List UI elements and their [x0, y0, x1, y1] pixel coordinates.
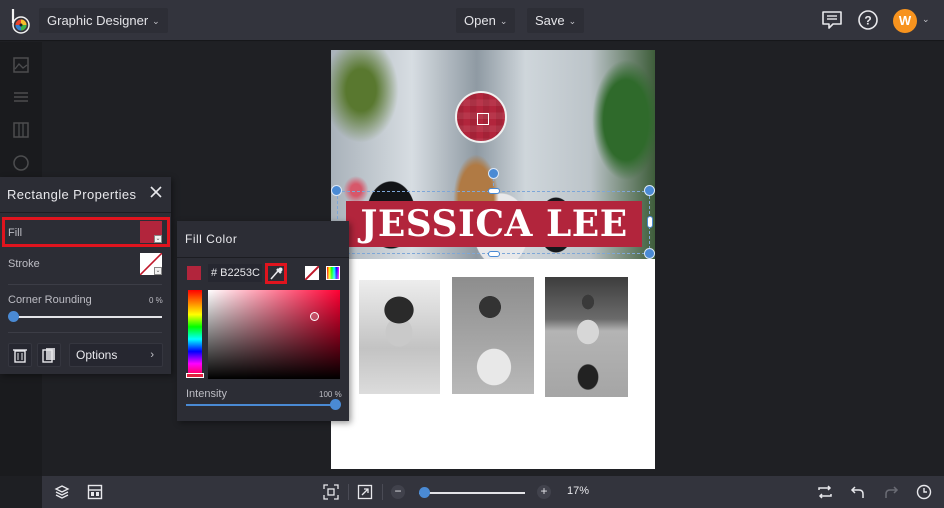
- divider: [8, 332, 162, 333]
- chevron-down-icon: ⌄: [499, 16, 508, 26]
- divider: [177, 257, 349, 258]
- design-page[interactable]: JESSICA LEE: [331, 50, 655, 469]
- save-menu-label: Save: [535, 13, 565, 28]
- custom-color-swatch[interactable]: [326, 266, 340, 280]
- layout-icon[interactable]: [87, 484, 103, 500]
- pixel-sample-square: [477, 113, 489, 125]
- hue-slider[interactable]: [188, 290, 202, 376]
- rotate-handle[interactable]: [488, 168, 499, 179]
- resize-handle-right[interactable]: [647, 216, 653, 228]
- fit-to-screen-icon[interactable]: [323, 484, 339, 500]
- eyedropper-icon: [270, 267, 283, 280]
- resize-handle-top-left[interactable]: [331, 185, 342, 196]
- history-icon[interactable]: [916, 484, 932, 500]
- chevron-down-icon: ⌄: [154, 235, 162, 243]
- fill-color-panel: Fill Color # B2253C Intensity 100 %: [177, 221, 349, 421]
- undo-icon[interactable]: [850, 484, 866, 500]
- options-button[interactable]: Options ›: [69, 343, 163, 367]
- hue-slider-marker[interactable]: [186, 373, 204, 378]
- help-icon[interactable]: ?: [857, 9, 879, 31]
- divider: [0, 212, 171, 213]
- resize-handle-top-right[interactable]: [644, 185, 655, 196]
- color-picker-knob[interactable]: [310, 312, 319, 321]
- corner-rounding-slider-knob[interactable]: [8, 311, 19, 322]
- duplicate-icon: [42, 348, 55, 363]
- fill-row-highlight[interactable]: Fill ⌄: [2, 217, 170, 247]
- badge-icon[interactable]: [12, 154, 30, 172]
- intensity-slider-track[interactable]: [186, 404, 336, 406]
- stroke-color-swatch[interactable]: ⌄: [140, 253, 162, 275]
- photo-girl-bike[interactable]: [545, 277, 628, 397]
- expand-icon[interactable]: [357, 484, 373, 500]
- zoom-slider-knob[interactable]: [419, 487, 430, 498]
- close-icon[interactable]: [149, 185, 163, 199]
- intensity-label: Intensity: [186, 388, 227, 400]
- chevron-down-icon: ⌄: [154, 267, 162, 275]
- hex-color-input[interactable]: # B2253C: [208, 264, 262, 282]
- photo-child-2[interactable]: [452, 277, 534, 394]
- zoom-in-button[interactable]: +: [537, 485, 551, 499]
- fill-color-swatch[interactable]: ⌄: [140, 221, 162, 243]
- save-menu-button[interactable]: Save ⌄: [527, 8, 585, 33]
- stroke-label: Stroke: [8, 258, 40, 270]
- chevron-down-icon[interactable]: ⌄: [922, 14, 930, 25]
- rectangle-properties-panel: Rectangle Properties Fill ⌄ Stroke ⌄ Cor…: [0, 177, 171, 374]
- divider: [348, 484, 349, 500]
- image-icon[interactable]: [12, 56, 30, 74]
- zoom-out-button[interactable]: −: [391, 485, 405, 499]
- duplicate-button[interactable]: [37, 343, 61, 367]
- sliders-icon[interactable]: [12, 88, 30, 106]
- pixelated-face-overlay[interactable]: [455, 91, 507, 143]
- bottom-toolbar: − + 17%: [42, 476, 944, 508]
- eyedropper-button[interactable]: [265, 263, 287, 284]
- comment-icon[interactable]: [821, 9, 843, 31]
- options-label: Options: [76, 348, 118, 362]
- chevron-down-icon: ⌄: [568, 16, 577, 26]
- saturation-value-picker[interactable]: [208, 290, 340, 379]
- trash-icon: [13, 349, 27, 363]
- project-type-label: Graphic Designer: [47, 13, 149, 28]
- fill-label: Fill: [8, 227, 23, 239]
- columns-icon[interactable]: [12, 121, 30, 139]
- delete-button[interactable]: [8, 343, 32, 367]
- fill-color-title: Fill Color: [185, 232, 238, 246]
- resize-handle-bottom[interactable]: [488, 251, 500, 257]
- resize-handle-bottom-right[interactable]: [644, 248, 655, 259]
- zoom-slider-track[interactable]: [419, 492, 525, 494]
- selection-box: [337, 191, 650, 254]
- current-color-swatch: [187, 266, 201, 280]
- corner-rounding-value: 0 %: [149, 296, 163, 305]
- photo-child-1[interactable]: [359, 280, 440, 394]
- zoom-level: 17%: [567, 485, 590, 497]
- befunky-logo-icon[interactable]: [10, 8, 32, 34]
- corner-rounding-label: Corner Rounding: [8, 294, 92, 306]
- redo-icon[interactable]: [883, 484, 899, 500]
- swap-icon[interactable]: [817, 484, 833, 500]
- resize-handle-top[interactable]: [488, 188, 500, 194]
- top-toolbar: Graphic Designer ⌄ Open ⌄ Save ⌄ ? W ⌄: [0, 0, 944, 41]
- chevron-down-icon: ⌄: [152, 16, 160, 26]
- divider: [8, 284, 162, 285]
- no-fill-swatch[interactable]: [305, 266, 319, 280]
- project-type-dropdown[interactable]: Graphic Designer ⌄: [39, 8, 168, 33]
- intensity-value: 100 %: [319, 390, 342, 399]
- intensity-slider-knob[interactable]: [330, 399, 341, 410]
- user-avatar[interactable]: W: [893, 9, 917, 33]
- open-menu-label: Open: [464, 13, 496, 28]
- svg-text:?: ?: [864, 14, 871, 28]
- panel-title: Rectangle Properties: [7, 187, 137, 202]
- open-menu-button[interactable]: Open ⌄: [456, 8, 516, 33]
- corner-rounding-slider-track[interactable]: [12, 316, 162, 318]
- chevron-right-icon: ›: [150, 349, 154, 361]
- divider: [382, 484, 383, 500]
- layers-icon[interactable]: [54, 484, 70, 500]
